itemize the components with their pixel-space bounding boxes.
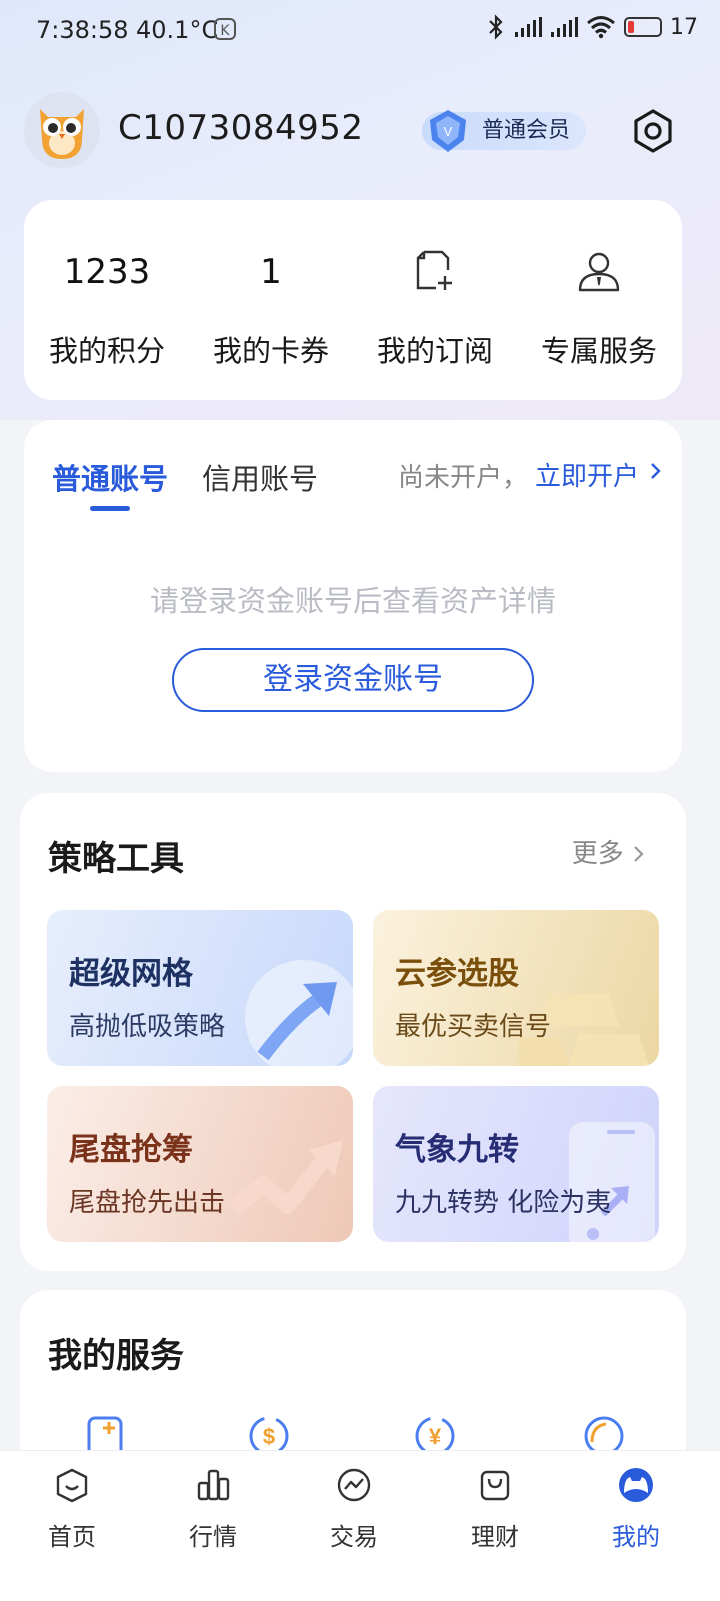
avatar[interactable] — [24, 92, 100, 168]
coupons-label: 我的卡券 — [212, 334, 329, 368]
member-level-label: 普通会员 — [482, 118, 571, 143]
points-value: 1233 — [63, 252, 151, 292]
services-section-title: 我的服务 — [48, 1336, 184, 1376]
tool-title: 气象九转 — [395, 1132, 519, 1168]
app-notification-icon: K — [214, 18, 236, 40]
signal-icon — [551, 17, 578, 37]
nav-wealth[interactable]: 理财 — [423, 1451, 567, 1561]
bottom-nav: 首页 行情 交易 理财 我的 — [0, 1450, 720, 1601]
nav-trade[interactable]: 交易 — [282, 1451, 426, 1561]
active-tab-indicator — [90, 506, 130, 511]
trend-chart-icon — [227, 1140, 343, 1217]
nav-home[interactable]: 首页 — [0, 1451, 144, 1561]
strategy-more-link[interactable]: 更多 — [572, 833, 646, 870]
growth-arrow-icon — [245, 960, 353, 1066]
home-icon — [56, 1468, 88, 1503]
not-opened-hint: 尚未开户， — [398, 463, 529, 493]
status-bar: 7:38:58 40.1°C K 17 — [0, 0, 720, 64]
svg-text:¥: ¥ — [429, 1424, 442, 1449]
tool-closing-grab[interactable]: 尾盘抢筹 尾盘抢先出击 — [47, 1086, 353, 1242]
market-icon — [197, 1469, 230, 1501]
tool-title: 云参选股 — [395, 956, 519, 992]
nav-profile[interactable]: 我的 — [564, 1451, 708, 1561]
points-label: 我的积分 — [48, 334, 165, 368]
nav-market[interactable]: 行情 — [141, 1451, 285, 1561]
tool-subtitle: 尾盘抢先出击 — [69, 1188, 226, 1218]
strategy-tools-card: 策略工具 更多 超级网格 高抛低吸策略 云参选股 最优买卖信号 尾盘抢筹 尾盘抢… — [20, 793, 686, 1271]
member-shield-icon: V — [430, 110, 466, 152]
nav-label: 理财 — [471, 1523, 519, 1551]
tool-subtitle: 最优买卖信号 — [395, 1012, 552, 1042]
status-temperature: 40.1°C — [136, 16, 219, 44]
login-account-button[interactable]: 登录资金账号 — [172, 648, 534, 712]
trade-icon — [337, 1468, 371, 1502]
tool-title: 尾盘抢筹 — [69, 1132, 193, 1168]
wealth-icon — [480, 1470, 510, 1501]
username: C1073084952 — [118, 108, 364, 148]
nav-label: 行情 — [189, 1523, 237, 1551]
phone-icon — [569, 1122, 655, 1242]
tool-title: 超级网格 — [69, 956, 193, 992]
profile-icon — [619, 1468, 653, 1502]
battery-level: 17 — [670, 14, 698, 40]
tool-super-grid[interactable]: 超级网格 高抛低吸策略 — [47, 910, 353, 1066]
svg-text:V: V — [444, 124, 453, 139]
subscription-label: 我的订阅 — [376, 334, 493, 368]
nav-label: 交易 — [330, 1523, 378, 1551]
tool-subtitle: 九九转势 化险为夷 — [395, 1188, 612, 1218]
chevron-right-icon — [634, 846, 644, 862]
tool-weather-nine-turn[interactable]: 气象九转 九九转势 化险为夷 — [373, 1086, 659, 1242]
tab-credit-account[interactable]: 信用账号 — [202, 456, 318, 498]
bluetooth-icon — [489, 14, 503, 40]
advisor-label: 专属服务 — [540, 334, 657, 368]
tool-subtitle: 高抛低吸策略 — [69, 1012, 226, 1042]
coupons-value: 1 — [260, 252, 282, 292]
stats-card: 1233 我的积分 1 我的卡券 我的订阅 专属服务 — [24, 200, 682, 400]
subscription-icon — [416, 250, 452, 290]
settings-gear-icon[interactable] — [630, 108, 676, 154]
advisor-icon — [578, 252, 620, 292]
login-hint: 请登录资金账号后查看资产详情 — [149, 584, 556, 618]
battery-icon — [624, 17, 662, 37]
nav-label: 我的 — [612, 1523, 660, 1551]
status-time: 7:38:58 — [36, 16, 129, 44]
chevron-right-icon — [651, 463, 661, 479]
svg-text:$: $ — [263, 1424, 275, 1449]
tool-cloud-stock-pick[interactable]: 云参选股 最优买卖信号 — [373, 910, 659, 1066]
owl-avatar-icon — [40, 109, 84, 159]
more-label: 更多 — [571, 839, 624, 869]
open-account-link[interactable]: 立即开户 — [535, 456, 639, 493]
nav-label: 首页 — [48, 1523, 96, 1551]
signal-icon — [515, 17, 542, 37]
strategy-section-title: 策略工具 — [48, 839, 184, 879]
account-card: 普通账号 信用账号 尚未开户， 立即开户 请登录资金账号后查看资产详情 登录资金… — [24, 420, 682, 772]
member-level-badge[interactable]: V 普通会员 — [422, 110, 587, 152]
tab-normal-account[interactable]: 普通账号 — [52, 456, 168, 498]
wifi-icon — [587, 16, 615, 39]
